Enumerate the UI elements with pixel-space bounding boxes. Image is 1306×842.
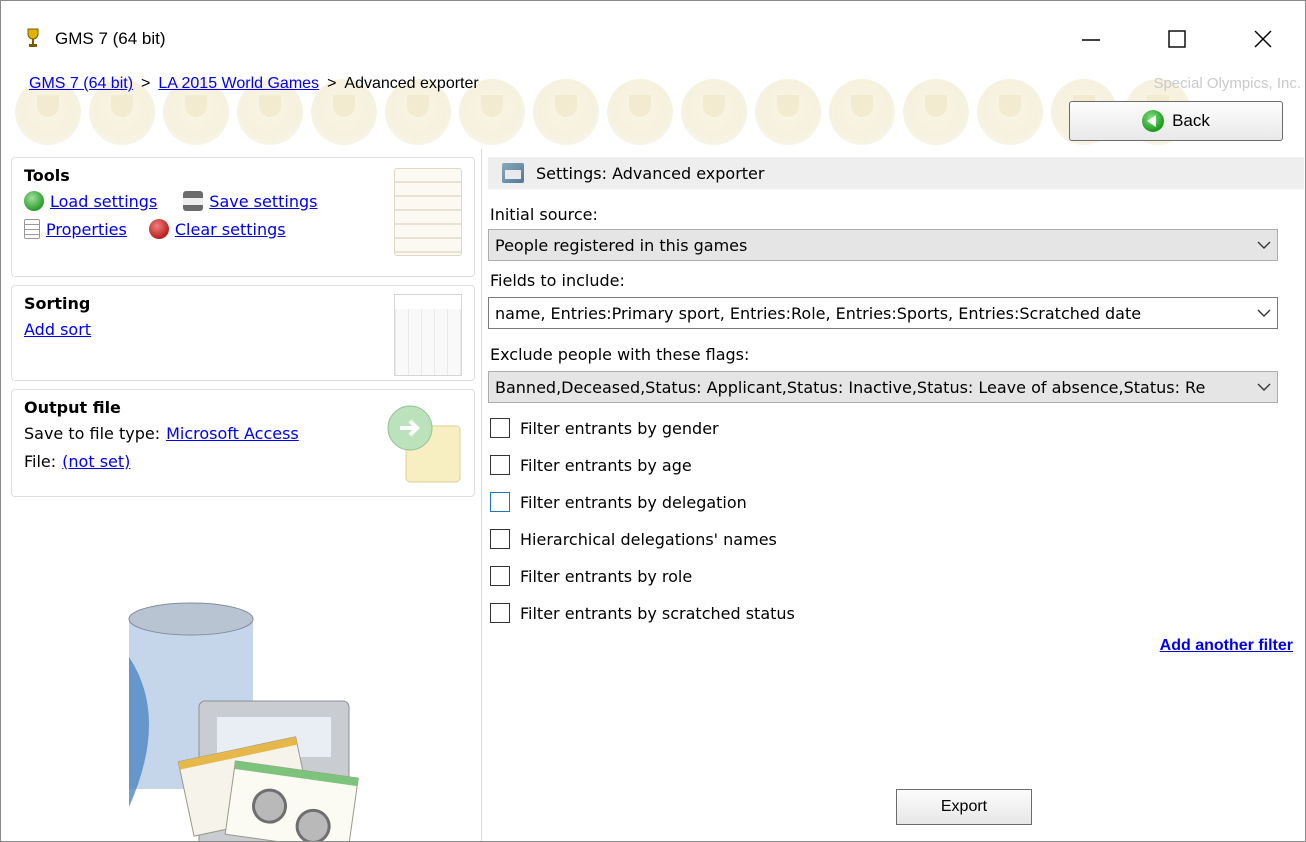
trophy-icon: [977, 79, 1043, 145]
settings-icon: [502, 163, 524, 183]
clear-icon: [148, 219, 169, 239]
trophy-icon: [533, 79, 599, 145]
fields-label: Fields to include:: [490, 271, 625, 290]
initial-source-label: Initial source:: [490, 205, 598, 224]
trophy-icon: [903, 79, 969, 145]
chevron-down-icon: [1257, 383, 1271, 391]
tools-card: Tools Load settings Save settings Proper…: [11, 157, 475, 277]
filter-role-label: Filter entrants by role: [520, 566, 693, 586]
load-icon: [24, 191, 44, 211]
back-arrow-icon: [1142, 110, 1165, 132]
settings-header: Settings: Advanced exporter: [488, 157, 1304, 189]
window-title: GMS 7 (64 bit): [55, 29, 166, 48]
filter-delegation-checkbox[interactable]: [490, 492, 510, 512]
properties-icon: [24, 219, 40, 239]
filter-age-checkbox[interactable]: [490, 455, 510, 475]
exclude-value: Banned,Deceased,Status: Applicant,Status…: [495, 377, 1206, 397]
breadcrumb-games[interactable]: LA 2015 World Games: [158, 75, 319, 92]
filter-role-row[interactable]: Filter entrants by role: [490, 561, 692, 591]
left-panel: Tools Load settings Save settings Proper…: [1, 149, 482, 841]
breadcrumb-separator: >: [327, 75, 337, 92]
filter-delegation-label: Filter entrants by delegation: [520, 492, 747, 512]
filter-scratched-checkbox[interactable]: [490, 603, 510, 623]
trophy-icon: [829, 79, 895, 145]
checklist-icon: [394, 168, 462, 256]
minimize-icon: [1082, 39, 1100, 41]
load-settings-link[interactable]: Load settings: [50, 192, 157, 211]
initial-source-value: People registered in this games: [495, 235, 748, 255]
title-bar: GMS 7 (64 bit): [1, 1, 1305, 67]
breadcrumb: GMS 7 (64 bit) > LA 2015 World Games > Advan…: [29, 75, 479, 93]
back-button[interactable]: Back: [1069, 101, 1283, 141]
filter-gender-checkbox[interactable]: [490, 418, 510, 438]
settings-panel: Settings: Advanced exporter Initial sour…: [482, 149, 1305, 841]
breadcrumb-current: Advanced exporter: [344, 75, 479, 92]
filter-gender-row[interactable]: Filter entrants by gender: [490, 413, 719, 443]
chevron-down-icon: [1257, 241, 1271, 249]
filter-age-row[interactable]: Filter entrants by age: [490, 450, 692, 480]
save-settings-link[interactable]: Save settings: [209, 192, 317, 211]
breadcrumb-band: GMS 7 (64 bit) > LA 2015 World Games > Advan…: [1, 67, 1305, 149]
close-button[interactable]: [1237, 17, 1289, 61]
file-link[interactable]: (not set): [62, 452, 130, 471]
hierarchical-names-row[interactable]: Hierarchical delegations' names: [490, 524, 777, 554]
breadcrumb-separator: >: [141, 75, 151, 92]
maximize-button[interactable]: [1151, 17, 1203, 61]
clear-settings-link[interactable]: Clear settings: [175, 220, 286, 239]
calendar-sort-icon: [394, 294, 462, 376]
hierarchical-names-checkbox[interactable]: [490, 529, 510, 549]
file-type-label: Save to file type:: [24, 423, 161, 443]
sorting-card: Sorting Add sort: [11, 285, 475, 381]
chevron-down-icon: [1257, 309, 1271, 317]
filter-age-label: Filter entrants by age: [520, 455, 692, 475]
exclude-select[interactable]: Banned,Deceased,Status: Applicant,Status…: [488, 371, 1278, 403]
filter-scratched-label: Filter entrants by scratched status: [520, 603, 795, 623]
filter-gender-label: Filter entrants by gender: [520, 418, 719, 438]
filter-role-checkbox[interactable]: [490, 566, 510, 586]
settings-title: Settings: Advanced exporter: [536, 163, 765, 183]
trophy-icon: [27, 28, 39, 47]
filter-scratched-row[interactable]: Filter entrants by scratched status: [490, 598, 795, 628]
brand-text: Special Olympics, Inc.: [1153, 75, 1301, 92]
export-illustration-icon: [128, 602, 359, 841]
filter-delegation-row[interactable]: Filter entrants by delegation: [490, 487, 747, 517]
export-button[interactable]: Export: [896, 789, 1032, 825]
initial-source-select[interactable]: People registered in this games: [488, 229, 1278, 261]
save-icon: [183, 191, 204, 211]
hierarchical-names-label: Hierarchical delegations' names: [520, 529, 777, 549]
add-another-filter-link[interactable]: Add another filter: [1160, 637, 1293, 655]
file-type-link[interactable]: Microsoft Access: [166, 424, 299, 443]
maximize-icon: [1168, 30, 1186, 48]
trophy-icon: [607, 79, 673, 145]
fields-select[interactable]: name, Entries:Primary sport, Entries:Rol…: [488, 297, 1278, 329]
file-label: File:: [24, 451, 57, 471]
app-window: GMS 7 (64 bit) GMS 7 (64 bit) > LA 2015 …: [0, 0, 1306, 842]
trophy-icon: [681, 79, 747, 145]
breadcrumb-home[interactable]: GMS 7 (64 bit): [29, 75, 133, 92]
add-sort-link[interactable]: Add sort: [24, 320, 91, 339]
back-button-label: Back: [1172, 111, 1210, 130]
trophy-icon: [755, 79, 821, 145]
export-folder-icon: [387, 405, 461, 483]
exclude-label: Exclude people with these flags:: [490, 345, 750, 364]
output-card: Output file Save to file type: Microsoft…: [11, 389, 475, 497]
close-icon: [1254, 30, 1272, 48]
minimize-button[interactable]: [1065, 17, 1117, 61]
fields-value: name, Entries:Primary sport, Entries:Rol…: [495, 303, 1142, 323]
properties-link[interactable]: Properties: [46, 220, 127, 239]
